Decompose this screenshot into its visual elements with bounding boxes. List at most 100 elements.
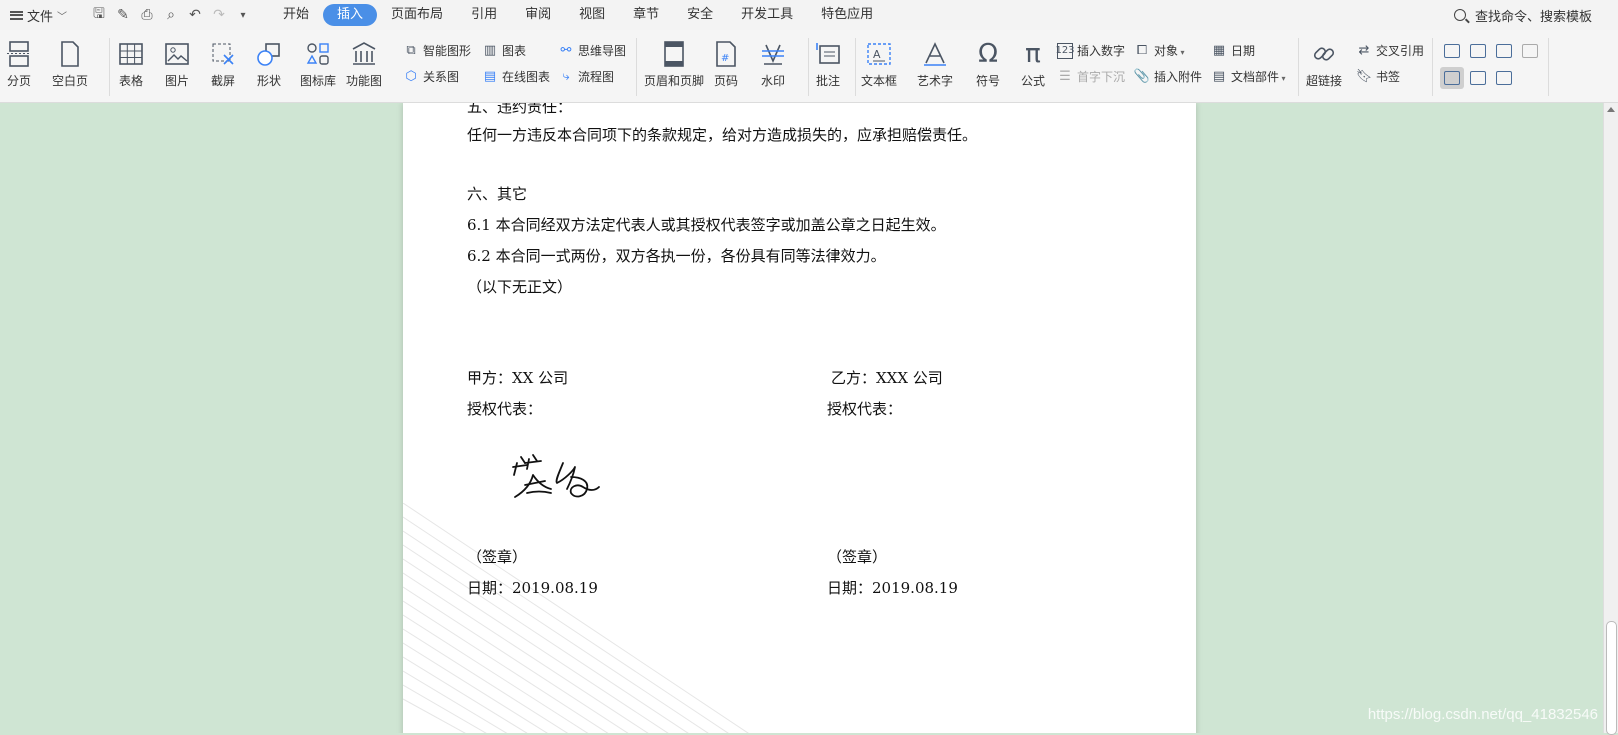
- tab-security[interactable]: 安全: [673, 4, 727, 26]
- formula-button[interactable]: π 公式: [1021, 39, 1045, 89]
- page-break-button[interactable]: 分页: [6, 39, 32, 89]
- function-chart-button[interactable]: 功能图: [346, 39, 382, 89]
- tab-home[interactable]: 开始: [269, 4, 323, 26]
- word-art-icon: [922, 39, 948, 69]
- hamburger-icon: [10, 10, 23, 20]
- symbol-label: 符号: [976, 74, 1001, 88]
- header-footer-label: 页眉和页脚: [644, 74, 705, 88]
- tab-page-layout[interactable]: 页面布局: [377, 4, 457, 26]
- tab-references[interactable]: 引用: [457, 4, 511, 26]
- command-search-label: 查找命令、搜索模板: [1474, 9, 1592, 25]
- comment-label: 批注: [815, 74, 840, 88]
- vertical-scrollbar[interactable]: [1603, 103, 1618, 735]
- insert-number-button[interactable]: 123 插入数字: [1055, 42, 1125, 59]
- save-icon[interactable]: 🖫: [91, 3, 107, 27]
- cross-reference-button[interactable]: ⇄ 交叉引用: [1356, 42, 1424, 59]
- text-box-button[interactable]: A 文本框: [861, 39, 897, 89]
- design-mode-button[interactable]: [1440, 67, 1464, 89]
- word-art-button[interactable]: 艺术字: [917, 39, 953, 89]
- tab-developer[interactable]: 开发工具: [727, 4, 807, 26]
- undo-icon[interactable]: ↶: [187, 7, 203, 23]
- checkbox-control-icon: [1470, 44, 1486, 58]
- relation-chart-label: 关系图: [423, 70, 460, 84]
- lock-control-icon: [1496, 71, 1512, 85]
- print-preview-icon[interactable]: ⌕: [163, 7, 179, 23]
- doc-parts-button[interactable]: ▤ 文档部件: [1211, 68, 1286, 85]
- number-box-icon: 123: [1055, 42, 1075, 59]
- hyperlink-button[interactable]: 超链接: [1306, 39, 1342, 89]
- redo-icon[interactable]: ↷: [211, 7, 227, 23]
- no-more-text-note: （以下无正文）: [467, 278, 573, 296]
- lock-control-button[interactable]: [1492, 67, 1516, 89]
- online-chart-icon: ▤: [483, 69, 497, 84]
- scroll-up-arrow-icon[interactable]: [1607, 107, 1615, 112]
- text-control-button[interactable]: [1440, 40, 1464, 62]
- object-button[interactable]: ⧠ 对象: [1134, 42, 1185, 59]
- date-button[interactable]: ▦ 日期: [1211, 42, 1255, 59]
- table-button[interactable]: 表格: [118, 39, 144, 89]
- mind-map-label: 思维导图: [578, 44, 627, 58]
- checkbox-control-button[interactable]: [1466, 40, 1490, 62]
- attachment-button[interactable]: 📎 插入附件: [1134, 68, 1202, 85]
- customize-toolbar-icon[interactable]: ▾: [235, 10, 251, 21]
- omega-icon: Ω: [978, 39, 998, 69]
- flowchart-icon: ⤷: [562, 69, 570, 84]
- watermark-button[interactable]: 水印: [760, 39, 786, 89]
- symbol-button[interactable]: Ω 符号: [976, 39, 1000, 89]
- file-menu-button[interactable]: 文件 ﹀: [10, 6, 67, 25]
- smart-art-button[interactable]: ⧉ 智能图形: [403, 42, 471, 59]
- control-properties-icon: [1470, 71, 1486, 85]
- mind-map-button[interactable]: ⚯ 思维导图: [558, 42, 626, 59]
- icon-library-label: 图标库: [300, 74, 337, 88]
- svg-text:#: #: [721, 53, 729, 64]
- tab-special-apps[interactable]: 特色应用: [807, 4, 887, 26]
- command-search[interactable]: 查找命令、搜索模板: [1453, 0, 1592, 30]
- group-divider: [808, 38, 809, 96]
- screenshot-button[interactable]: 截屏: [210, 39, 236, 89]
- watermark-label: 水印: [760, 74, 785, 88]
- blank-page-button[interactable]: 空白页: [52, 39, 88, 89]
- control-properties-button[interactable]: [1466, 67, 1490, 89]
- menu-bar: 文件 ﹀ 🖫 ✎ ⎙ ⌕ ↶ ↷ ▾ 开始 插入 页面布局 引用 审阅 视图 章…: [0, 0, 1618, 30]
- document-page[interactable]: 五、违约责任： 任何一方违反本合同项下的条款规定，给对方造成损失的，应承担赔偿责…: [403, 103, 1196, 733]
- shapes-icon: [256, 39, 282, 69]
- flowchart-button[interactable]: ⤷ 流程图: [558, 68, 614, 85]
- tab-review[interactable]: 审阅: [511, 4, 565, 26]
- tab-sections[interactable]: 章节: [619, 4, 673, 26]
- function-chart-icon: [351, 39, 377, 69]
- chart-label: 图表: [502, 44, 527, 58]
- group-divider: [1548, 38, 1549, 96]
- format-painter-icon[interactable]: ✎: [115, 7, 131, 23]
- quick-access-toolbar: 🖫 ✎ ⎙ ⌕ ↶ ↷ ▾: [91, 3, 251, 27]
- object-label: 对象: [1154, 42, 1185, 59]
- relation-chart-button[interactable]: ⬡ 关系图: [403, 68, 459, 85]
- page-number-button[interactable]: # 页码: [714, 39, 738, 89]
- image-control-icon: [1522, 44, 1538, 58]
- chart-button[interactable]: ▥ 图表: [482, 42, 526, 59]
- image-control-button[interactable]: [1518, 40, 1542, 62]
- online-chart-button[interactable]: ▤ 在线图表: [482, 68, 550, 85]
- tab-insert[interactable]: 插入: [323, 4, 378, 26]
- calendar-icon: ▦: [1212, 43, 1226, 58]
- picture-label: 图片: [164, 74, 189, 88]
- header-footer-button[interactable]: 页眉和页脚: [644, 39, 704, 89]
- text-box-icon: A: [866, 39, 892, 69]
- page-number-icon: #: [715, 39, 737, 69]
- section-5-text: 任何一方违反本合同项下的条款规定，给对方造成损失的，应承担赔偿责任。: [467, 126, 978, 144]
- list-control-button[interactable]: [1492, 40, 1516, 62]
- page-decoration-lines: [403, 503, 749, 733]
- bookmark-button[interactable]: 🔖︎ 书签: [1356, 68, 1400, 85]
- comment-button[interactable]: 批注: [815, 39, 841, 89]
- shapes-button[interactable]: 形状: [256, 39, 282, 89]
- drop-cap-button[interactable]: ☰ 首字下沉: [1057, 68, 1125, 85]
- drop-cap-icon: ☰: [1059, 69, 1071, 84]
- scrollbar-thumb[interactable]: [1606, 621, 1617, 735]
- print-icon[interactable]: ⎙: [139, 7, 155, 23]
- smart-art-icon: ⧉: [406, 43, 416, 58]
- smart-art-label: 智能图形: [423, 44, 472, 58]
- picture-button[interactable]: 图片: [164, 39, 190, 89]
- document-area: 五、违约责任： 任何一方违反本合同项下的条款规定，给对方造成损失的，应承担赔偿责…: [0, 103, 1618, 733]
- tab-view[interactable]: 视图: [565, 4, 619, 26]
- chart-icon: ▥: [483, 43, 497, 58]
- icon-library-button[interactable]: 图标库: [300, 39, 336, 89]
